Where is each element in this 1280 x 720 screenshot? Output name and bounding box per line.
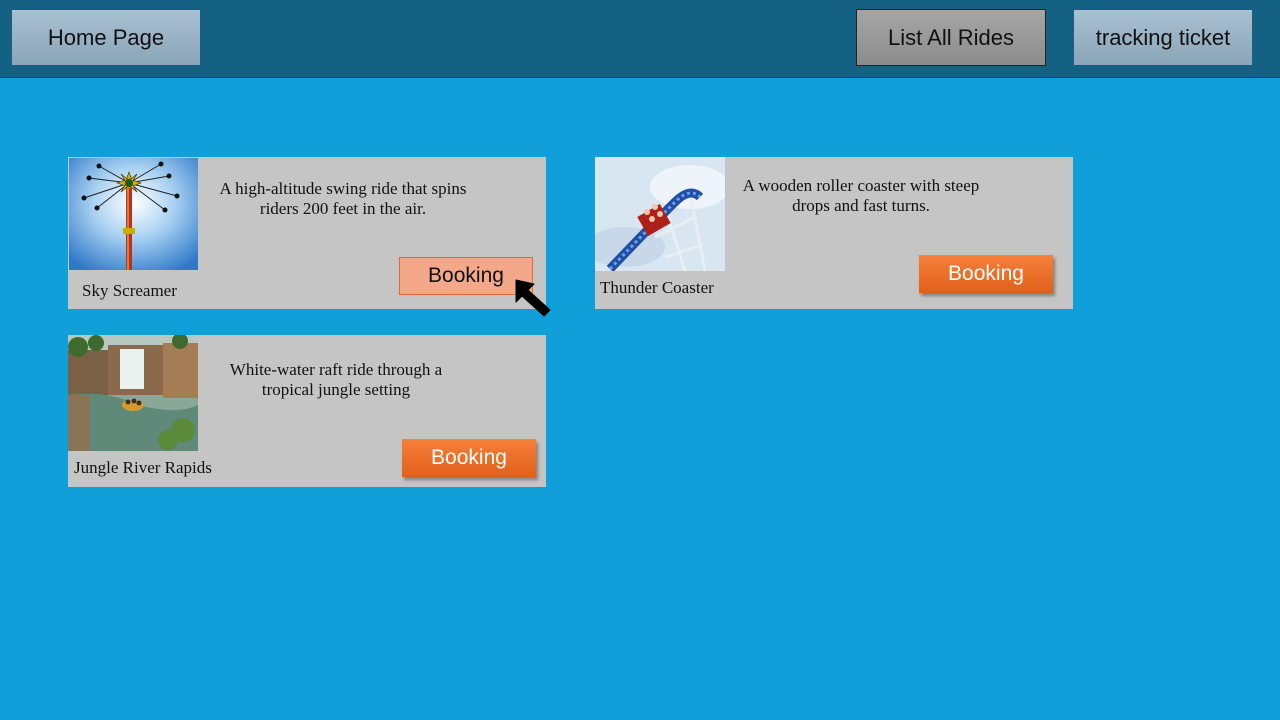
ride-card-jungle-river-rapids: White-water raft ride through a tropical… [68,335,546,487]
pointer-arrow-icon [515,279,551,317]
jungle-river-rapids-photo [68,335,198,451]
sky-screamer-photo [69,158,198,270]
ride-card-thunder-coaster: A wooden roller coaster with steep drops… [595,157,1073,309]
ride-description: White-water raft ride through a tropical… [229,360,443,399]
ride-description: A high-altitude swing ride that spins ri… [219,179,467,218]
ride-name: Thunder Coaster [600,278,714,297]
ride-name: Jungle River Rapids [74,458,212,477]
home-page-button[interactable]: Home Page [12,10,200,65]
top-navigation-bar: Home Page List All Rides tracking ticket [0,0,1280,78]
ride-card-sky-screamer: A high-altitude swing ride that spins ri… [68,157,546,309]
thunder-coaster-photo [595,157,725,271]
ride-name: Sky Screamer [82,281,177,300]
ride-description: A wooden roller coaster with steep drops… [742,176,980,215]
tracking-ticket-button[interactable]: tracking ticket [1074,10,1252,65]
booking-button[interactable]: Booking [919,255,1053,293]
list-all-rides-button[interactable]: List All Rides [856,9,1046,66]
booking-button[interactable]: Booking [402,439,536,477]
